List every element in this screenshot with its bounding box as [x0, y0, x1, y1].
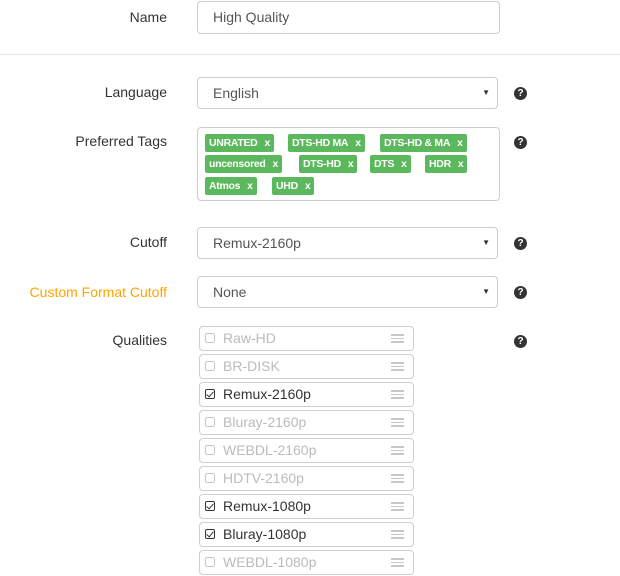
help-icon[interactable]: ? — [514, 335, 527, 348]
drag-handle-icon[interactable] — [391, 530, 404, 539]
quality-row[interactable]: Remux-2160p — [199, 382, 414, 407]
remove-tag-icon[interactable]: x — [247, 180, 253, 192]
checkbox-icon[interactable] — [205, 557, 215, 567]
tag-item: DTS x — [370, 155, 411, 173]
tag-item: UNRATED x — [205, 134, 274, 152]
drag-handle-icon[interactable] — [391, 474, 404, 483]
tag-item: Atmos x — [205, 177, 257, 195]
quality-name: WEBDL-2160p — [223, 442, 317, 458]
quality-row[interactable]: HDTV-2160p — [199, 466, 414, 491]
language-value: English — [213, 85, 259, 101]
drag-handle-icon[interactable] — [391, 390, 404, 399]
remove-tag-icon[interactable]: x — [355, 137, 361, 149]
checkbox-icon[interactable] — [205, 361, 215, 371]
quality-row[interactable]: Bluray-2160p — [199, 410, 414, 435]
remove-tag-icon[interactable]: x — [458, 158, 464, 170]
checkbox-icon[interactable] — [205, 445, 215, 455]
drag-handle-icon[interactable] — [391, 362, 404, 371]
qualities-label: Qualities — [112, 332, 167, 348]
remove-tag-icon[interactable]: x — [273, 158, 279, 170]
quality-row[interactable]: Remux-1080p — [199, 494, 414, 519]
language-select[interactable]: English ▼ — [197, 77, 498, 109]
chevron-down-icon: ▼ — [482, 88, 490, 97]
checkbox-checked-icon[interactable] — [205, 529, 215, 539]
quality-name: BR-DISK — [223, 358, 280, 374]
chevron-down-icon: ▼ — [482, 238, 490, 247]
quality-name: Raw-HD — [223, 330, 276, 346]
checkbox-icon[interactable] — [205, 417, 215, 427]
quality-row[interactable]: BR-DISK — [199, 354, 414, 379]
remove-tag-icon[interactable]: x — [457, 137, 463, 149]
drag-handle-icon[interactable] — [391, 334, 404, 343]
help-icon[interactable]: ? — [514, 136, 527, 149]
tag-item: uncensored x — [205, 155, 283, 173]
checkbox-icon[interactable] — [205, 473, 215, 483]
quality-name: Bluray-2160p — [223, 414, 307, 430]
tag-item: DTS-HD & MA x — [380, 134, 467, 152]
tag-item: DTS-HD x — [299, 155, 358, 173]
cutoff-value: Remux-2160p — [213, 235, 301, 251]
help-icon[interactable]: ? — [514, 286, 527, 299]
remove-tag-icon[interactable]: x — [401, 158, 407, 170]
divider — [0, 54, 620, 55]
cutoff-label: Cutoff — [129, 234, 167, 250]
custom-format-cutoff-label: Custom Format Cutoff — [29, 284, 167, 300]
quality-name: Bluray-1080p — [223, 526, 307, 542]
quality-row[interactable]: Bluray-1080p — [199, 522, 414, 547]
cutoff-select[interactable]: Remux-2160p ▼ — [197, 227, 498, 259]
preferred-tags-label: Preferred Tags — [75, 133, 167, 149]
checkbox-icon[interactable] — [205, 333, 215, 343]
help-icon[interactable]: ? — [514, 87, 527, 100]
preferred-tags-input[interactable]: UNRATED x DTS-HD MA x DTS-HD & MA x uncenso… — [197, 127, 500, 201]
tag-item: DTS-HD MA x — [288, 134, 365, 152]
drag-handle-icon[interactable] — [391, 502, 404, 511]
drag-handle-icon[interactable] — [391, 418, 404, 427]
remove-tag-icon[interactable]: x — [348, 158, 354, 170]
remove-tag-icon[interactable]: x — [264, 137, 270, 149]
quality-row[interactable]: WEBDL-2160p — [199, 438, 414, 463]
checkbox-checked-icon[interactable] — [205, 501, 215, 511]
quality-row[interactable]: WEBDL-1080p — [199, 550, 414, 575]
tag-item: HDR x — [425, 155, 468, 173]
name-label: Name — [129, 9, 167, 25]
tag-item: UHD x — [272, 177, 315, 195]
drag-handle-icon[interactable] — [391, 558, 404, 567]
remove-tag-icon[interactable]: x — [305, 180, 311, 192]
name-input[interactable]: High Quality — [197, 1, 500, 34]
quality-name: WEBDL-1080p — [223, 554, 317, 570]
help-icon[interactable]: ? — [514, 237, 527, 250]
quality-name: HDTV-2160p — [223, 470, 304, 486]
quality-name: Remux-2160p — [223, 386, 311, 402]
chevron-down-icon: ▼ — [482, 287, 490, 296]
quality-row[interactable]: Raw-HD — [199, 326, 414, 351]
drag-handle-icon[interactable] — [391, 446, 404, 455]
custom-format-cutoff-select[interactable]: None ▼ — [197, 276, 498, 308]
checkbox-checked-icon[interactable] — [205, 389, 215, 399]
language-label: Language — [104, 84, 167, 100]
custom-format-cutoff-value: None — [213, 284, 247, 300]
quality-name: Remux-1080p — [223, 498, 311, 514]
